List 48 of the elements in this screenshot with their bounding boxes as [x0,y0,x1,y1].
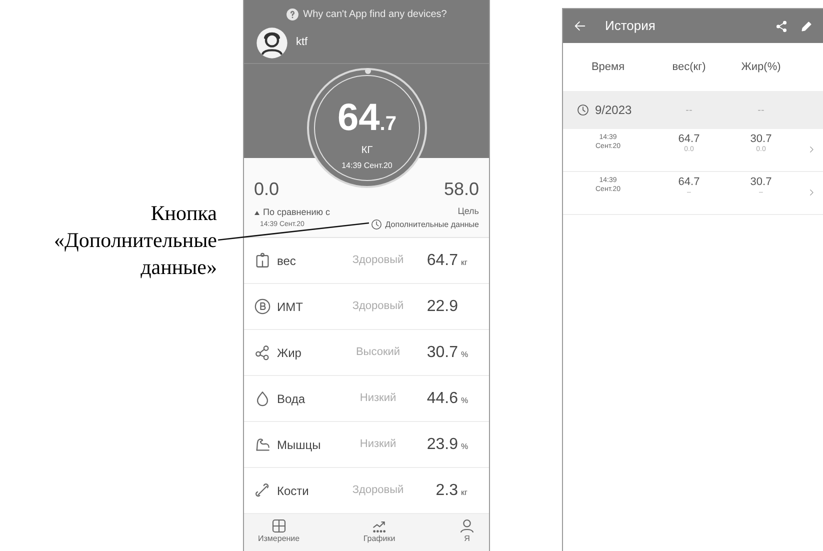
column-header: Время [590,60,626,75]
metric-status: Здоровый [351,253,405,268]
metric-name: Жир [277,344,302,362]
annotation-text: Кнопка «Дополнительные данные» [53,200,217,281]
goal-value: 58.0 [444,178,479,200]
row-value: 64.7 [678,176,700,188]
column-header: вес(кг) [671,60,707,75]
metric-name: вес [277,252,296,270]
metric-unit: кг [461,256,468,268]
metric-status: Низкий [358,391,398,406]
metric-value: 64.7 [426,250,458,270]
screen-title: История [605,17,656,36]
metric-status: Здоровый [351,299,405,314]
table-cell-text: -- [684,104,694,118]
table-cell-text: -- [756,104,766,118]
metric-name: ИМТ [277,298,303,316]
month-label: 9/2023 [595,102,632,119]
metric-unit: кг [461,486,468,498]
metric-name: Кости [277,482,309,500]
user-name: ktf [296,35,308,50]
row-value: 64.7 [678,133,700,145]
change-value: 0.0 [254,178,280,200]
metric-value: 2.3 [436,480,458,500]
weight-value: 64.7 [338,98,396,139]
help-link[interactable]: Why can't App find any devices? [303,6,447,22]
metric-status: Здоровый [351,483,405,498]
goal-label: Цель [458,205,479,218]
nav-tab[interactable]: Графики [363,518,396,551]
row-value: 30.7 [750,176,772,188]
more-data-button[interactable]: Дополнительные данные [371,218,479,230]
metric-value: 22.9 [426,296,458,316]
metric-value: 23.9 [426,434,458,454]
metric-value: 44.6 [426,388,458,408]
metric-value: 30.7 [426,342,458,362]
metric-name: Мышцы [277,436,321,454]
nav-tab[interactable]: Я [458,518,475,551]
compared-label: По сравнению с [263,206,330,219]
metric-unit: % [461,394,470,406]
measure-time: 14:39 Сент.20 [342,160,392,172]
nav-tab[interactable]: Измерение [258,518,300,551]
metric-unit: % [461,440,470,452]
column-header: Жир(%) [740,60,782,75]
metric-name: Вода [277,390,306,408]
metric-unit: % [461,348,470,360]
metric-status: Низкий [358,437,398,452]
weight-unit: КГ [361,144,373,158]
metric-status: Высокий [354,345,402,360]
row-value: 30.7 [750,133,772,145]
